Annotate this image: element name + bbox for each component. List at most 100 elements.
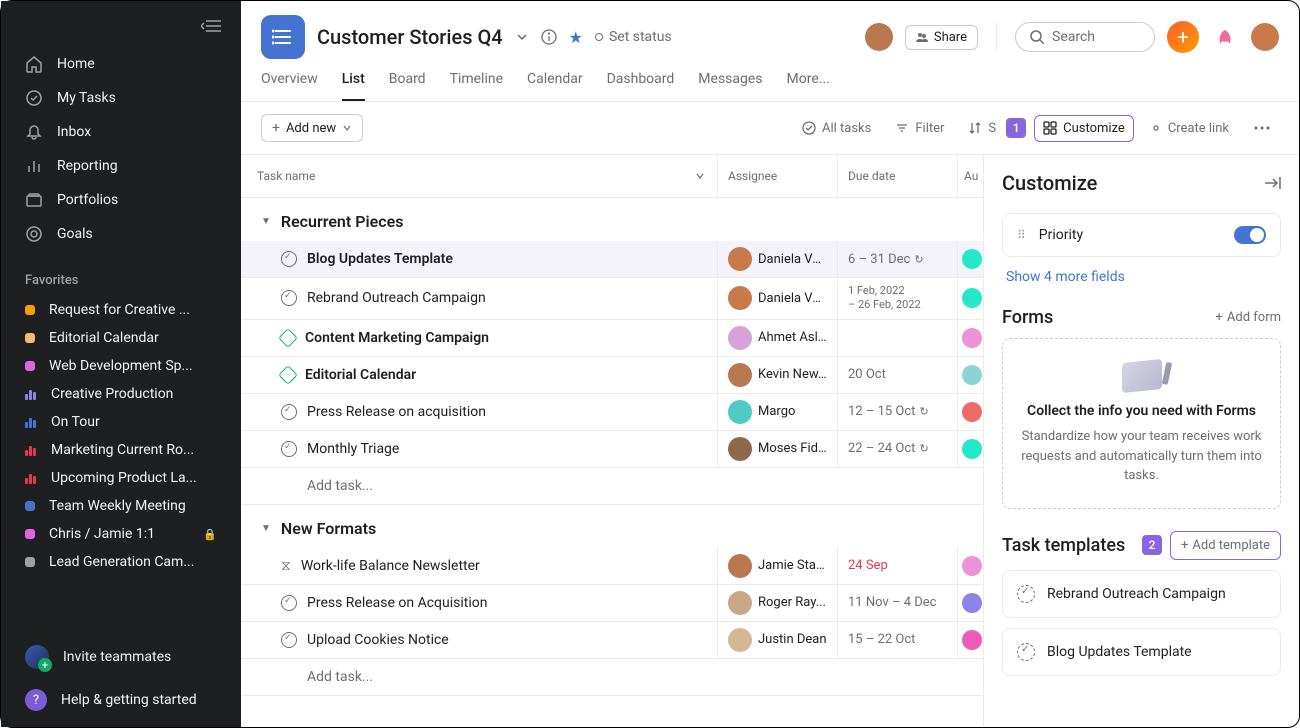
assignee-cell[interactable]: Daniela Var... [718,241,838,277]
favorite-item[interactable]: Request for Creative ... [1,296,241,324]
sidebar-item-goals[interactable]: Goals [1,217,241,251]
add-task-input[interactable]: Add task... [241,468,983,505]
assignee-cell[interactable]: Margo [718,394,838,430]
author-cell[interactable] [958,320,983,356]
milestone-icon[interactable] [278,365,298,385]
favorite-item[interactable]: Editorial Calendar [1,324,241,352]
add-template-button[interactable]: + Add template [1170,531,1281,560]
author-cell[interactable] [958,241,983,277]
sidebar-item-home[interactable]: Home [1,47,241,81]
favorite-item[interactable]: Marketing Current Ro... [1,436,241,464]
complete-task-icon[interactable] [281,251,297,267]
assignee-cell[interactable]: Moses Fidel [718,431,838,467]
task-row[interactable]: Editorial CalendarKevin New...20 Oct [241,357,983,394]
assignee-cell[interactable]: Roger Ray... [718,585,838,621]
task-row[interactable]: Monthly TriageMoses Fidel22 – 24 Oct ↻ [241,431,983,468]
invite-teammates-button[interactable]: Invite teammates [1,631,241,679]
tab-timeline[interactable]: Timeline [450,71,503,101]
create-link-button[interactable]: Create link [1142,116,1237,141]
author-cell[interactable] [958,585,983,621]
task-row[interactable]: ⧖Work-life Balance NewsletterJamie Stap.… [241,548,983,585]
task-row[interactable]: Press Release on acquisitionMargo12 – 15… [241,394,983,431]
add-task-input[interactable]: Add task... [241,659,983,696]
grip-icon[interactable]: ⠿ [1017,228,1027,242]
search-input[interactable]: Search [1015,22,1155,52]
tab-calendar[interactable]: Calendar [527,71,583,101]
column-task-name[interactable]: Task name [257,169,315,183]
add-new-button[interactable]: + Add new [261,114,363,142]
due-date-cell[interactable]: 20 Oct [838,357,958,393]
tab-messages[interactable]: Messages [698,71,762,101]
assignee-cell[interactable]: Kevin New... [718,357,838,393]
complete-task-icon[interactable] [281,441,297,457]
add-form-button[interactable]: + Add form [1216,310,1282,325]
assignee-cell[interactable]: Justin Dean [718,622,838,658]
due-date-cell[interactable] [838,320,958,356]
sort-button[interactable]: S [960,116,998,141]
favorite-item[interactable]: On Tour [1,408,241,436]
author-cell[interactable] [958,548,983,584]
sidebar-item-reporting[interactable]: Reporting [1,149,241,183]
section-header[interactable]: ▼Recurrent Pieces [241,198,983,241]
milestone-icon[interactable] [278,328,298,348]
set-status-button[interactable]: Set status [595,29,672,45]
field-priority[interactable]: ⠿ Priority [1002,213,1281,257]
favorite-item[interactable]: Team Weekly Meeting [1,492,241,520]
tab-more[interactable]: More... [787,71,830,101]
favorite-item[interactable]: Chris / Jamie 1:1🔒 [1,520,241,548]
due-date-cell[interactable]: 1 Feb, 2022– 26 Feb, 2022 [838,278,958,319]
task-row[interactable]: Blog Updates TemplateDaniela Var...6 – 3… [241,241,983,278]
upgrade-icon[interactable] [1211,23,1239,51]
sidebar-collapse-button[interactable] [1,9,241,43]
author-cell[interactable] [958,431,983,467]
member-avatar[interactable] [865,23,893,51]
pending-icon[interactable]: ⧖ [281,558,291,574]
global-add-button[interactable]: + [1167,21,1199,53]
star-icon[interactable]: ★ [569,28,583,47]
sidebar-item-my-tasks[interactable]: My Tasks [1,81,241,115]
due-date-cell[interactable]: 22 – 24 Oct ↻ [838,431,958,467]
author-cell[interactable] [958,622,983,658]
sidebar-item-inbox[interactable]: Inbox [1,115,241,149]
assignee-cell[interactable]: Ahmet Aslan [718,320,838,356]
template-item[interactable]: Blog Updates Template [1002,628,1281,676]
favorite-item[interactable]: Creative Production [1,380,241,408]
task-row[interactable]: Rebrand Outreach CampaignDaniela Var...1… [241,278,983,320]
column-due-date[interactable]: Due date [838,155,958,197]
column-assignee[interactable]: Assignee [718,155,838,197]
tab-list[interactable]: List [342,71,365,101]
all-tasks-button[interactable]: All tasks [794,116,879,141]
tab-dashboard[interactable]: Dashboard [607,71,675,101]
project-dropdown[interactable] [515,30,529,44]
template-item[interactable]: Rebrand Outreach Campaign [1002,570,1281,618]
tab-board[interactable]: Board [389,71,426,101]
show-more-fields[interactable]: Show 4 more fields [1006,269,1281,285]
assignee-cell[interactable]: Jamie Stap... [718,548,838,584]
field-toggle[interactable] [1234,226,1266,244]
column-author[interactable]: Au [958,155,983,197]
author-cell[interactable] [958,278,983,319]
filter-button[interactable]: Filter [887,116,952,141]
customize-button[interactable]: Customize [1034,115,1134,142]
author-cell[interactable] [958,357,983,393]
assignee-cell[interactable]: Daniela Var... [718,278,838,319]
favorite-item[interactable]: Web Development Sp... [1,352,241,380]
project-details-icon[interactable] [541,29,557,45]
due-date-cell[interactable]: 12 – 15 Oct ↻ [838,394,958,430]
task-row[interactable]: Content Marketing CampaignAhmet Aslan [241,320,983,357]
chevron-down-icon[interactable] [695,171,705,181]
help-button[interactable]: ? Help & getting started [1,679,241,727]
favorite-item[interactable]: Upcoming Product La... [1,464,241,492]
complete-task-icon[interactable] [281,290,297,306]
favorite-item[interactable]: Lead Generation Cam... [1,548,241,576]
due-date-cell[interactable]: 24 Sep [838,548,958,584]
project-icon[interactable] [261,15,305,59]
due-date-cell[interactable]: 15 – 22 Oct [838,622,958,658]
complete-task-icon[interactable] [281,404,297,420]
complete-task-icon[interactable] [281,595,297,611]
due-date-cell[interactable]: 6 – 31 Dec ↻ [838,241,958,277]
author-cell[interactable] [958,394,983,430]
sidebar-item-portfolios[interactable]: Portfolios [1,183,241,217]
share-button[interactable]: Share [905,25,978,50]
task-row[interactable]: Press Release on AcquisitionRoger Ray...… [241,585,983,622]
